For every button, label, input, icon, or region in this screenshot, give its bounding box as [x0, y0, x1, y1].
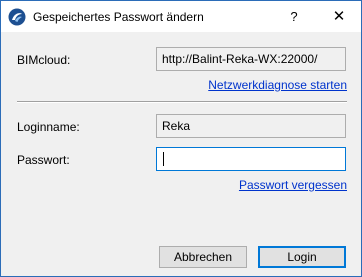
help-button[interactable]: ?: [279, 2, 309, 31]
login-button[interactable]: Login: [258, 246, 346, 268]
cancel-button[interactable]: Abbrechen: [159, 246, 247, 268]
loginname-value: Reka: [162, 119, 191, 133]
text-caret: [163, 152, 164, 166]
bimcloud-server-value: http://Balint-Reka-WX:22000/: [162, 52, 318, 66]
bimcloud-logo-icon: [8, 8, 26, 26]
network-diagnostics-link[interactable]: Netzwerkdiagnose starten: [208, 78, 347, 92]
bimcloud-label: BIMcloud:: [17, 53, 71, 67]
password-label: Passwort:: [17, 153, 70, 167]
loginname-field[interactable]: Reka: [156, 114, 346, 138]
loginname-label: Loginname:: [17, 120, 80, 134]
forgot-password-link[interactable]: Passwort vergessen: [239, 178, 347, 192]
change-password-dialog: Gespeichertes Passwort ändern ? ✕ BIMclo…: [0, 0, 362, 277]
bimcloud-server-field: http://Balint-Reka-WX:22000/: [156, 47, 346, 71]
separator: [17, 101, 347, 103]
password-input[interactable]: [156, 147, 346, 171]
dialog-content: BIMcloud: http://Balint-Reka-WX:22000/ N…: [1, 32, 361, 276]
title-bar[interactable]: Gespeichertes Passwort ändern ? ✕: [1, 1, 361, 32]
dialog-title: Gespeichertes Passwort ändern: [33, 10, 204, 24]
close-button[interactable]: ✕: [317, 2, 361, 31]
